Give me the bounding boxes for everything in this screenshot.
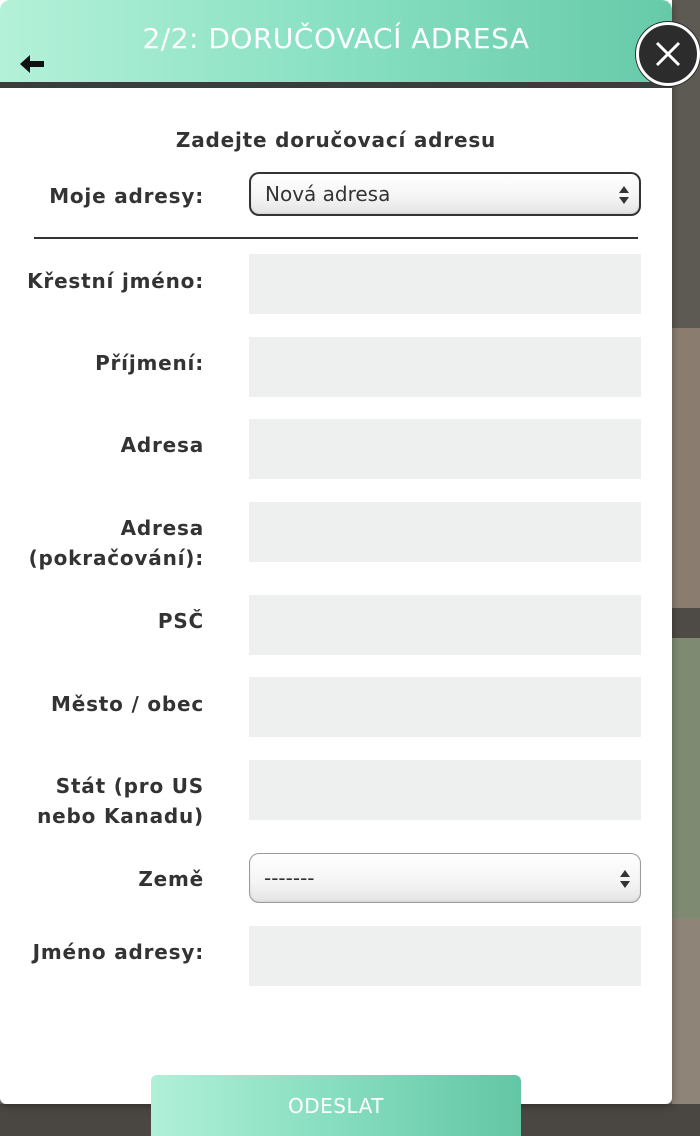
state-label-line1: Stát (pro US: [55, 774, 204, 798]
header-divider: [0, 82, 672, 88]
my-addresses-value: Nová adresa: [265, 182, 391, 206]
select-arrows-icon: [619, 186, 629, 204]
address2-field[interactable]: [249, 502, 641, 562]
address2-label-line1: Adresa: [120, 516, 204, 540]
state-label: Stát (pro US nebo Kanadu): [37, 771, 204, 831]
address-name-label: Jméno adresy:: [32, 940, 204, 964]
address2-label-line2: (pokračování):: [28, 546, 204, 570]
country-select[interactable]: -------: [249, 853, 641, 903]
back-button[interactable]: [18, 50, 48, 78]
address-field[interactable]: [249, 419, 641, 479]
first-name-label: Křestní jméno:: [27, 269, 204, 293]
background-image: [672, 638, 700, 918]
background-divider: [672, 608, 700, 638]
submit-button[interactable]: ODESLAT: [151, 1075, 521, 1136]
country-label: Země: [138, 867, 204, 891]
address2-label: Adresa (pokračování):: [29, 513, 204, 573]
select-arrows-icon: [620, 870, 630, 888]
city-label: Město / obec: [51, 692, 204, 716]
my-addresses-label: Moje adresy:: [49, 184, 204, 208]
address-label: Adresa: [120, 433, 204, 457]
state-field[interactable]: [249, 760, 641, 820]
zip-field[interactable]: [249, 595, 641, 655]
zip-label: PSČ: [157, 609, 204, 633]
first-name-field[interactable]: [249, 254, 641, 314]
city-field[interactable]: [249, 677, 641, 737]
last-name-label: Příjmení:: [95, 351, 204, 375]
close-button[interactable]: [636, 22, 700, 86]
my-addresses-select[interactable]: Nová adresa: [249, 172, 641, 216]
background-image: [672, 328, 700, 608]
state-label-line2: nebo Kanadu): [37, 804, 204, 828]
section-divider: [34, 237, 638, 239]
modal-title: 2/2: DORUČOVACÍ ADRESA: [142, 22, 530, 55]
close-icon: [655, 41, 681, 67]
country-value: -------: [264, 866, 315, 890]
arrow-left-icon: [20, 55, 44, 73]
address-name-field[interactable]: [249, 926, 641, 986]
modal-header: 2/2: DORUČOVACÍ ADRESA: [0, 0, 672, 82]
form-heading: Zadejte doručovací adresu: [175, 128, 497, 152]
shipping-address-modal: 2/2: DORUČOVACÍ ADRESA Zadejte doručovac…: [0, 0, 672, 1104]
last-name-field[interactable]: [249, 337, 641, 397]
